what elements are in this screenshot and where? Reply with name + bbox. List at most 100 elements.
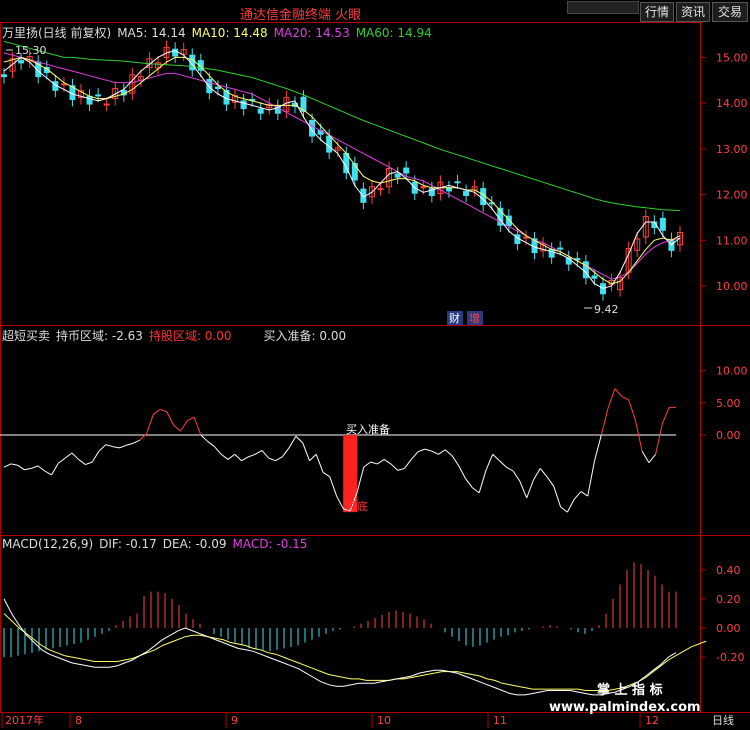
signal-line-segment (288, 436, 297, 449)
dea-line (3, 613, 707, 691)
signal-line-segment (159, 408, 168, 413)
signal-line-segment (91, 450, 100, 463)
signal-line-segment (431, 450, 439, 455)
low-price-label: 9.42 (594, 303, 619, 316)
signal-line-segment (166, 411, 175, 426)
signal-line-segment (390, 463, 399, 471)
increase-badge-text: 增 (469, 311, 480, 325)
signal-line-segment (126, 442, 134, 446)
ma10-value: MA10: 14.48 (191, 26, 268, 40)
watermark-title: 掌 上 指 标 (597, 682, 663, 698)
ma5-line (3, 50, 681, 289)
x-axis-label: 9 (231, 714, 238, 727)
signal-line-segment (519, 481, 528, 499)
signal-line-segment (472, 487, 480, 494)
dif-value: DIF: -0.17 (99, 537, 157, 551)
macd-axis-label: -0.20 (716, 651, 744, 664)
signal-line-segment (146, 414, 154, 434)
candle-body (18, 60, 25, 64)
signal-line-segment (655, 423, 663, 455)
x-axis-label: 11 (493, 714, 507, 727)
candle-body (206, 78, 213, 94)
signal-line-segment (275, 456, 283, 462)
price-axis-label: 13.00 (716, 143, 748, 156)
signal-line-segment (404, 459, 412, 469)
signal-line-segment (485, 454, 494, 471)
signal-line-segment (180, 420, 188, 432)
candle-body (86, 95, 93, 105)
signal-line-segment (30, 465, 39, 469)
signal-line-segment (173, 424, 181, 432)
signal-line-segment (424, 448, 432, 452)
signal-line-segment (648, 453, 657, 463)
signal-line-segment (234, 453, 242, 462)
signal-line-segment (322, 471, 331, 478)
signal-line-segment (458, 465, 467, 479)
indicator-axis-label: 10.00 (716, 365, 748, 378)
signal-line-segment (44, 470, 52, 476)
signal-line-segment (465, 478, 473, 489)
buy-prepare-value: 买入准备: 0.00 (263, 329, 347, 343)
ma20-line (3, 52, 681, 280)
macd-axis-label: 0.20 (716, 593, 741, 606)
signal-line-segment (600, 407, 609, 436)
candle-body (326, 135, 333, 153)
indicator-name[interactable]: 超短买卖 (2, 329, 50, 343)
ma20-value: MA20: 14.53 (273, 26, 350, 40)
signal-line-segment (71, 452, 80, 460)
signal-line-segment (553, 486, 562, 508)
macd-panel (3, 562, 707, 696)
signal-line-segment (512, 470, 521, 482)
signal-line-segment (573, 491, 582, 500)
signal-line-segment (492, 453, 500, 462)
indicator-axis-label: 0.00 (716, 429, 741, 442)
axes: 10.00 11.00 12.00 13.00 14.00 15.00 0.00 5.00 10… (700, 51, 748, 664)
macd-name[interactable]: MACD(12,26,9) (2, 537, 93, 551)
candle-body (557, 247, 564, 250)
candle-body (394, 173, 401, 178)
signal-line-segment (410, 451, 419, 460)
signal-line-segment (98, 444, 107, 452)
signal-line-segment (607, 388, 616, 409)
signal-line-segment (628, 399, 636, 420)
signal-line-segment (78, 459, 86, 465)
signal-line-segment (499, 460, 507, 468)
signal-line-segment (214, 446, 222, 455)
chart-canvas[interactable]: 10.00 11.00 12.00 13.00 14.00 15.00 0.00 5.00 10… (0, 0, 750, 730)
signal-line-segment (444, 449, 453, 456)
indicator-panel (0, 388, 676, 513)
signal-line-segment (187, 416, 195, 422)
x-axis-label: 12 (645, 714, 659, 727)
signal-line-segment (105, 444, 113, 448)
signal-line-segment (539, 468, 548, 478)
candle-body (95, 94, 102, 97)
signal-line-segment (3, 463, 12, 468)
signal-line-segment (268, 457, 276, 462)
signal-line-segment (526, 479, 534, 499)
signal-line-segment (248, 453, 256, 458)
main-header: 万里扬(日线 前复权) MA5: 14.14 MA10: 14.48 MA20: 14… (2, 24, 438, 41)
candle-body (591, 275, 598, 279)
signal-line-segment (261, 450, 270, 459)
signal-line-segment (241, 456, 249, 462)
signal-line-segment (370, 461, 378, 465)
signal-line-segment (220, 453, 229, 460)
indicator-axis-label: 5.00 (716, 397, 741, 410)
candle-body (463, 190, 470, 196)
signal-line-segment (377, 459, 385, 465)
signal-line-segment (132, 439, 140, 444)
hold-stock-value: 持股区域: 0.00 (148, 329, 232, 343)
signal-line-segment (207, 441, 215, 447)
candle-body (403, 167, 410, 174)
ma60-value: MA60: 14.94 (355, 26, 432, 40)
signal-line-segment (329, 476, 338, 497)
candle-body (659, 217, 666, 231)
signal-line-segment (621, 395, 629, 401)
stock-name[interactable]: 万里扬(日线 前复权) (2, 26, 111, 40)
panel-frames (0, 22, 750, 713)
candle-body (60, 83, 67, 86)
watermark-url: www.palmindex.com (549, 700, 701, 715)
signal-line-segment (336, 495, 344, 510)
signal-line-segment (51, 463, 59, 476)
signal-line-segment (200, 434, 208, 442)
